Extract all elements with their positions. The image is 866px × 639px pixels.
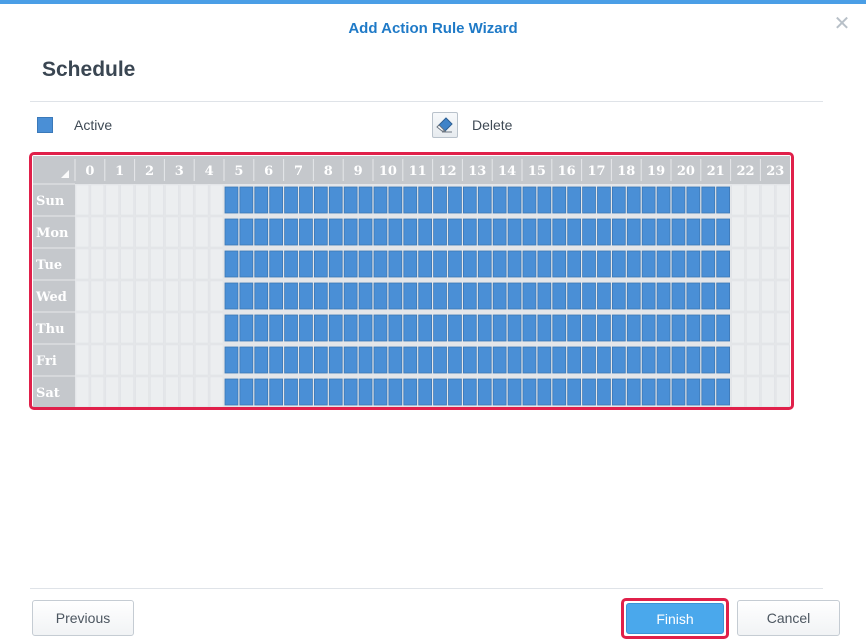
dialog-titlebar: Add Action Rule Wizard ✕ [0,4,866,56]
footer-divider [30,588,823,589]
page-title: Schedule [42,58,136,81]
add-action-rule-wizard-dialog: Add Action Rule Wizard ✕ Schedule Active… [0,0,866,639]
previous-button[interactable]: Previous [32,600,134,636]
active-swatch-icon[interactable] [37,117,53,133]
heading-divider [30,101,823,102]
cancel-button[interactable]: Cancel [737,600,840,636]
legend-active[interactable]: Active [37,117,112,133]
dialog-title: Add Action Rule Wizard [348,20,518,37]
eraser-icon[interactable] [432,112,458,138]
legend-delete[interactable]: Delete [432,112,512,138]
finish-button[interactable]: Finish [626,603,724,634]
active-label: Active [74,117,113,133]
close-icon[interactable]: ✕ [832,14,852,34]
schedule-highlight-frame [29,152,794,410]
delete-label: Delete [472,117,513,133]
